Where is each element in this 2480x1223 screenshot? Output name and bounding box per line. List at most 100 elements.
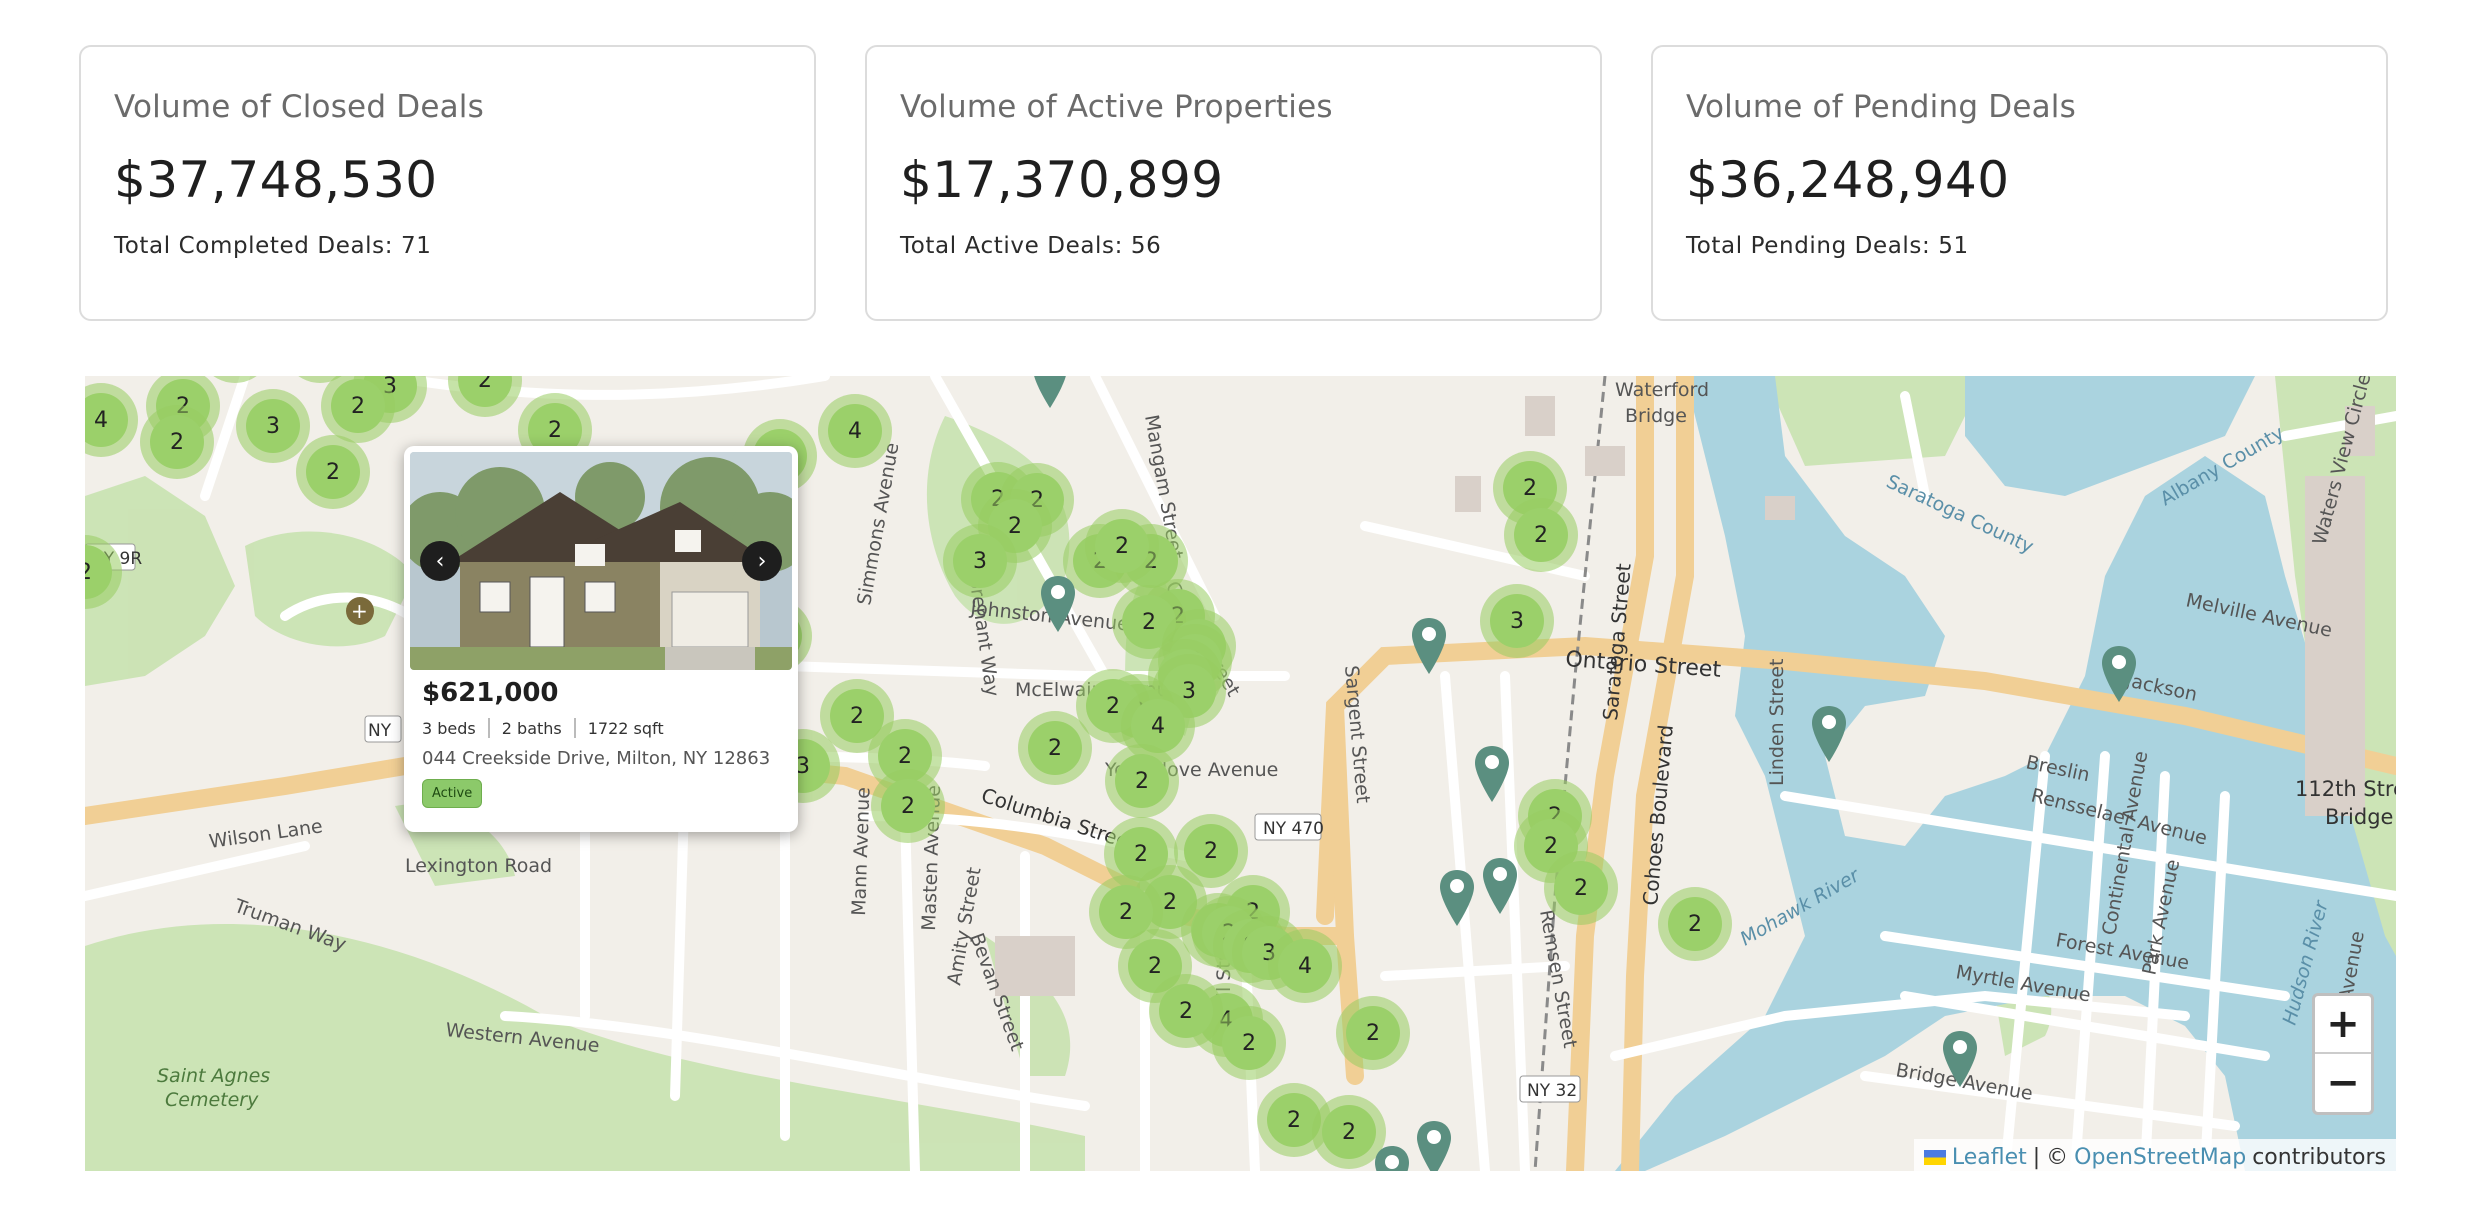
cluster-count: 2 bbox=[1514, 508, 1568, 562]
property-popup[interactable]: ‹ › $621,000 3 beds 2 baths 1722 sqft 04… bbox=[404, 446, 798, 832]
map-label: Waterford bbox=[1615, 379, 1709, 401]
stat-value: $37,748,530 bbox=[114, 151, 438, 209]
cluster-count: 2 bbox=[458, 376, 512, 407]
map-pin-icon[interactable] bbox=[1412, 618, 1446, 674]
cluster-count: 2 bbox=[331, 379, 385, 433]
cluster-marker[interactable]: 2 bbox=[1658, 887, 1732, 961]
stat-value: $17,370,899 bbox=[900, 151, 1224, 209]
ukraine-flag-icon bbox=[1923, 1149, 1946, 1165]
zoom-in-button[interactable]: + bbox=[2315, 996, 2371, 1054]
photo-next-button[interactable]: › bbox=[742, 541, 782, 581]
photo-prev-button[interactable]: ‹ bbox=[420, 541, 460, 581]
stats-row: Volume of Closed Deals $37,748,530 Total… bbox=[79, 45, 2388, 321]
property-price: $621,000 bbox=[422, 678, 559, 708]
property-photo[interactable]: ‹ › bbox=[410, 452, 792, 670]
cluster-count: 2 bbox=[1115, 754, 1169, 808]
map-label: Bridge bbox=[2325, 805, 2393, 829]
svg-text:NY: NY bbox=[368, 721, 392, 741]
map-label: Lexington Road bbox=[405, 855, 552, 877]
map-pin-icon[interactable] bbox=[1375, 1146, 1409, 1171]
map-pin-icon[interactable] bbox=[1483, 858, 1517, 914]
divider bbox=[487, 718, 490, 738]
map-label: Cemetery bbox=[165, 1089, 259, 1111]
cluster-count: 2 bbox=[150, 415, 204, 469]
cluster-marker[interactable]: 2 bbox=[1544, 851, 1618, 925]
cluster-count: 2 bbox=[1028, 721, 1082, 775]
map-label: Linden Street bbox=[1766, 659, 1788, 786]
property-specs: 3 beds 2 baths 1722 sqft bbox=[422, 718, 784, 738]
cluster-count: 3 bbox=[1490, 594, 1544, 648]
cluster-marker[interactable]: 4 bbox=[1268, 929, 1342, 1003]
stat-card-closed: Volume of Closed Deals $37,748,530 Total… bbox=[79, 45, 816, 321]
map-pin-icon[interactable] bbox=[2102, 646, 2136, 702]
map-label: Remsen Street bbox=[1535, 908, 1581, 1050]
cluster-count: 2 bbox=[1159, 984, 1213, 1038]
stat-title: Volume of Closed Deals bbox=[114, 89, 484, 125]
cluster-marker[interactable]: 2 bbox=[871, 769, 945, 843]
cluster-count: 3 bbox=[246, 399, 300, 453]
cluster-marker[interactable]: 2 bbox=[140, 405, 214, 479]
chevron-right-icon: › bbox=[757, 548, 767, 574]
cluster-marker[interactable]: 2 bbox=[296, 435, 370, 509]
status-badge: Active bbox=[422, 779, 483, 808]
leaflet-link[interactable]: Leaflet bbox=[1952, 1145, 2027, 1170]
map-pin-icon[interactable] bbox=[1041, 576, 1075, 632]
cluster-count: 2 bbox=[1095, 519, 1149, 573]
attribution-copyright: © bbox=[2046, 1144, 2069, 1170]
map-pin-icon[interactable] bbox=[1033, 376, 1067, 408]
property-sqft: 1722 sqft bbox=[587, 718, 664, 738]
stat-card-pending: Volume of Pending Deals $36,248,940 Tota… bbox=[1651, 45, 2388, 321]
cluster-marker[interactable]: 2 bbox=[1105, 744, 1179, 818]
property-baths: 2 baths bbox=[501, 718, 562, 738]
stat-title: Volume of Active Properties bbox=[900, 89, 1333, 125]
map-view[interactable]: Waterford Bridge Ontario Street Columbia… bbox=[85, 376, 2396, 1171]
osm-link[interactable]: OpenStreetMap bbox=[2074, 1145, 2246, 1170]
chevron-left-icon: ‹ bbox=[435, 548, 445, 574]
stat-value: $36,248,940 bbox=[1686, 151, 2010, 209]
stat-subtitle: Total Active Deals: 56 bbox=[900, 233, 1162, 259]
stat-subtitle: Total Completed Deals: 71 bbox=[114, 233, 432, 259]
attribution-suffix: contributors bbox=[2252, 1144, 2386, 1170]
cluster-count: 2 bbox=[1554, 861, 1608, 915]
cluster-marker[interactable]: 3 bbox=[943, 524, 1017, 598]
cluster-count: 2 bbox=[85, 545, 112, 599]
cluster-marker[interactable]: 2 bbox=[1504, 498, 1578, 572]
map-pin-icon[interactable] bbox=[1943, 1031, 1977, 1087]
cluster-count: 3 bbox=[953, 534, 1007, 588]
map-pin-icon[interactable] bbox=[1812, 706, 1846, 762]
cluster-count: 2 bbox=[1346, 1006, 1400, 1060]
cluster-marker[interactable]: 3 bbox=[1480, 584, 1554, 658]
cluster-count: 2 bbox=[306, 445, 360, 499]
map-attribution: Leaflet | © OpenStreetMap contributors bbox=[1913, 1139, 2396, 1171]
cluster-count: 2 bbox=[1184, 824, 1238, 878]
attribution-separator: | bbox=[2032, 1144, 2041, 1170]
map-pin-icon[interactable] bbox=[1417, 1121, 1451, 1171]
map-label: Bridge bbox=[1625, 405, 1687, 427]
cluster-marker[interactable]: 4 bbox=[818, 394, 892, 468]
cluster-marker[interactable]: 3 bbox=[236, 389, 310, 463]
cluster-count: 4 bbox=[828, 404, 882, 458]
house-photo bbox=[410, 452, 792, 670]
map-label: Saint Agnes bbox=[157, 1065, 270, 1087]
svg-text:+: + bbox=[351, 599, 368, 623]
cluster-count: 2 bbox=[1668, 897, 1722, 951]
cluster-marker[interactable]: 2 bbox=[1336, 996, 1410, 1070]
map-label: 112th Stre bbox=[2295, 777, 2396, 801]
cluster-marker[interactable]: 2 bbox=[1085, 509, 1159, 583]
stat-subtitle: Total Pending Deals: 51 bbox=[1686, 233, 1969, 259]
cluster-marker[interactable]: 2 bbox=[1212, 1006, 1286, 1080]
property-address: 044 Creekside Drive, Milton, NY 12863 bbox=[422, 748, 771, 769]
stat-card-active: Volume of Active Properties $17,370,899 … bbox=[865, 45, 1602, 321]
zoom-control: + − bbox=[2312, 993, 2374, 1115]
cluster-count: 4 bbox=[1278, 939, 1332, 993]
zoom-out-button[interactable]: − bbox=[2315, 1054, 2371, 1112]
cluster-count: 4 bbox=[85, 393, 128, 447]
divider bbox=[573, 718, 576, 738]
map-pin-icon[interactable] bbox=[1440, 870, 1474, 926]
property-details: $621,000 3 beds 2 baths 1722 sqft 044 Cr… bbox=[422, 678, 784, 808]
route-shield: NY 470 bbox=[1263, 819, 1324, 839]
map-pin-icon[interactable] bbox=[1475, 746, 1509, 802]
cluster-count: 2 bbox=[1222, 1016, 1276, 1070]
property-beds: 3 beds bbox=[422, 718, 476, 738]
stat-title: Volume of Pending Deals bbox=[1686, 89, 2076, 125]
